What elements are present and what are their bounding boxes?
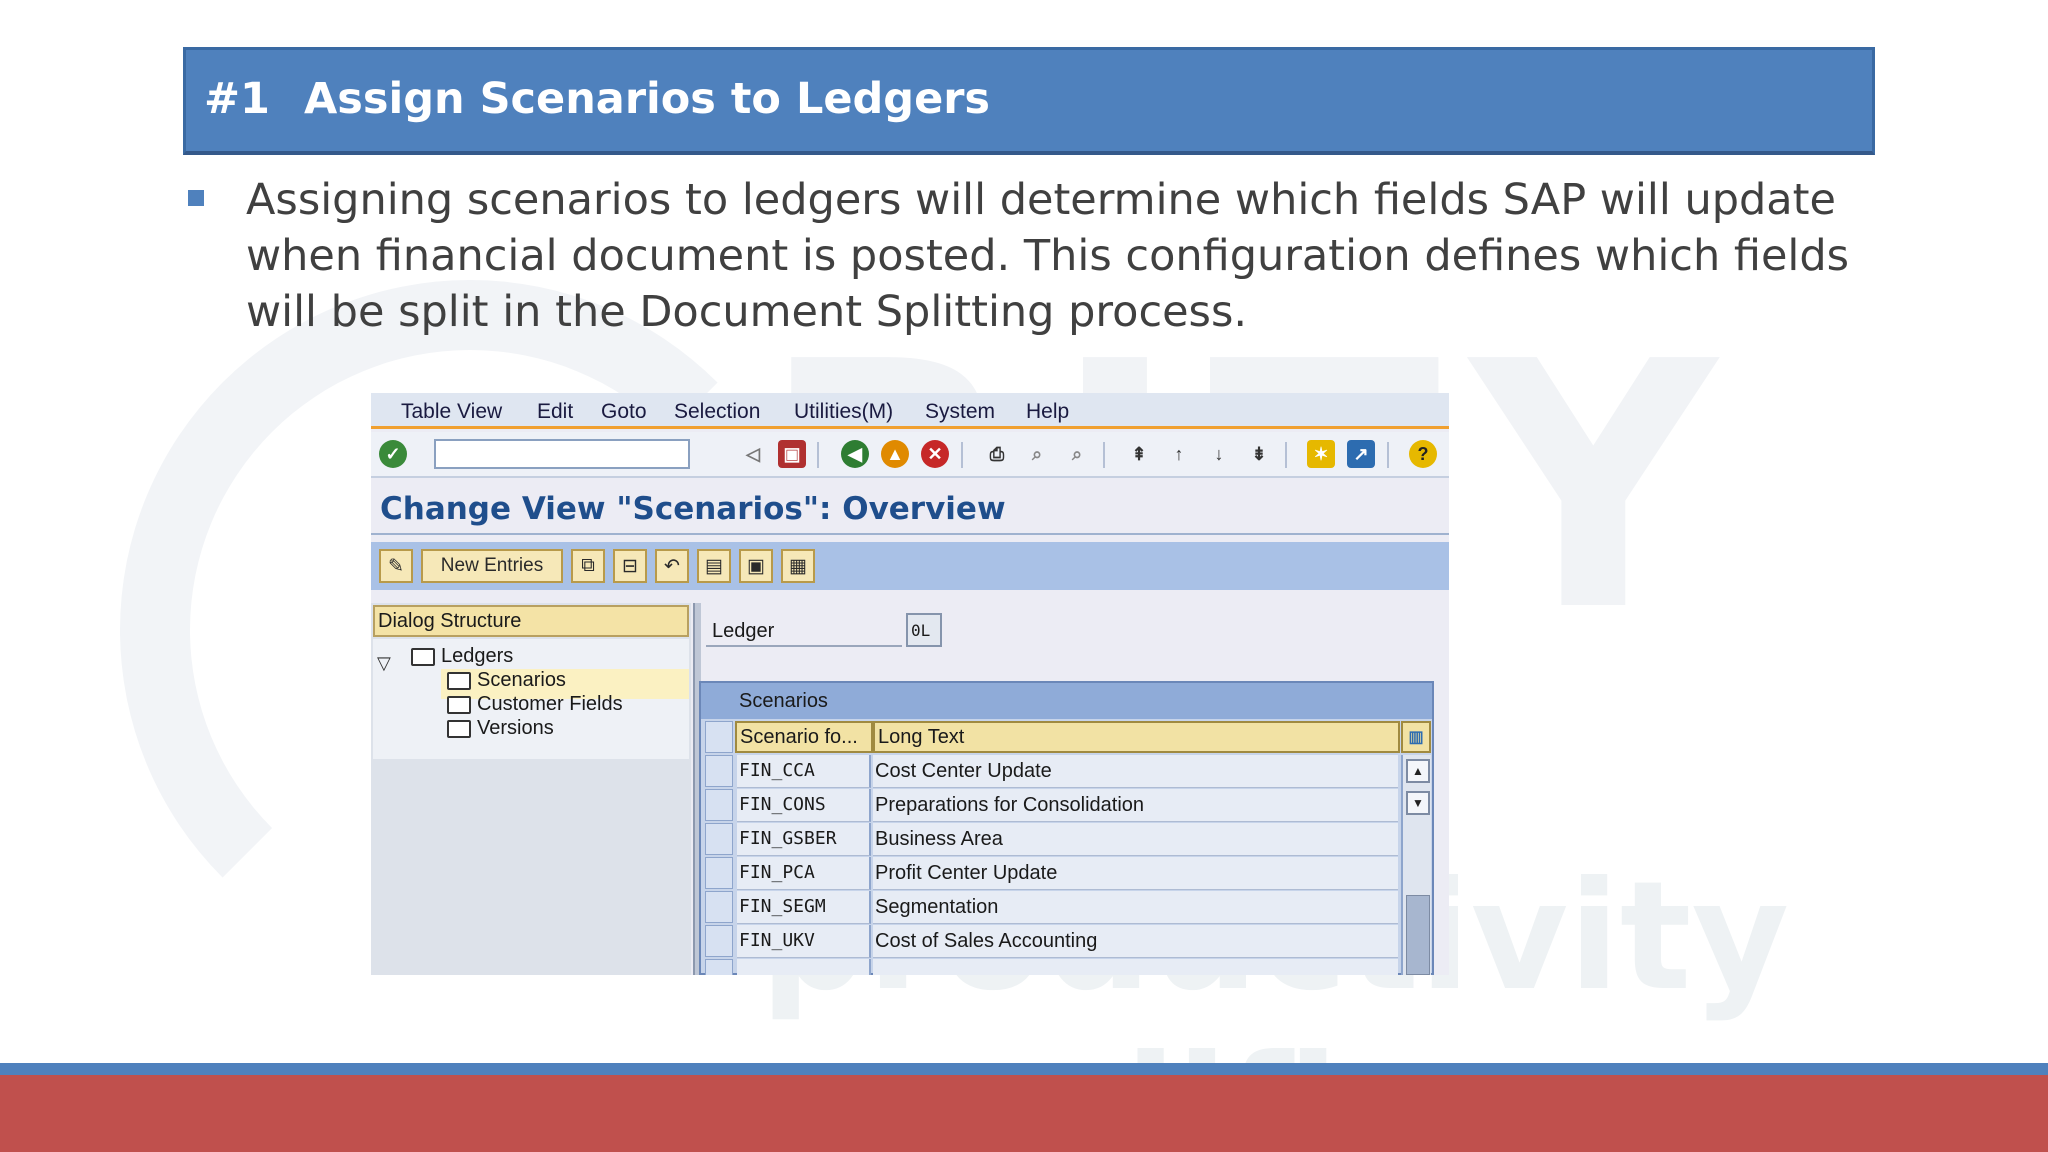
row-selector[interactable] bbox=[705, 959, 733, 975]
bullet-marker bbox=[188, 190, 204, 206]
select-all-rows-button[interactable] bbox=[705, 721, 733, 753]
footer-band bbox=[0, 1075, 2048, 1152]
row-selector[interactable] bbox=[705, 857, 733, 889]
table-title: Scenarios bbox=[701, 683, 1432, 719]
cell-long-text: Preparations for Consolidation bbox=[873, 789, 1398, 822]
expand-triangle-icon[interactable]: ▽ bbox=[377, 653, 391, 674]
find-next-icon[interactable]: ⌕ bbox=[1063, 440, 1091, 468]
ledger-label: Ledger bbox=[706, 615, 902, 647]
cell-scenario-empty bbox=[737, 959, 871, 975]
bullet-text: Assigning scenarios to ledgers will dete… bbox=[246, 175, 1850, 337]
cell-scenario: FIN_CCA bbox=[737, 755, 871, 788]
row-selector[interactable] bbox=[705, 891, 733, 923]
folder-icon bbox=[411, 647, 435, 666]
cell-long-text: Segmentation bbox=[873, 891, 1398, 924]
menu-selection[interactable]: Selection bbox=[674, 400, 760, 424]
select-all-icon[interactable]: ▤ bbox=[697, 549, 731, 583]
menu-table-view[interactable]: Table View bbox=[401, 400, 502, 424]
back-icon[interactable]: ◀ bbox=[841, 440, 869, 468]
folder-icon bbox=[447, 719, 471, 738]
footer-accent-line bbox=[0, 1063, 2048, 1075]
scenarios-table: Scenarios Scenario fo... Long Text ▥ FIN… bbox=[699, 681, 1434, 975]
edit-toggle-icon[interactable]: ✎ bbox=[379, 549, 413, 583]
cell-long-text: Cost of Sales Accounting bbox=[873, 925, 1398, 958]
scroll-thumb[interactable] bbox=[1406, 895, 1430, 975]
tree-item-label: Scenarios bbox=[477, 669, 566, 691]
toolbar-separator bbox=[1103, 442, 1105, 468]
slide-title: #1 Assign Scenarios to Ledgers bbox=[204, 74, 990, 124]
column-header-long-text[interactable]: Long Text bbox=[873, 721, 1400, 753]
command-field[interactable] bbox=[434, 439, 690, 469]
dialog-structure-panel: Dialog Structure ▽ Ledgers Scenarios Cus… bbox=[371, 603, 691, 975]
menu-help[interactable]: Help bbox=[1026, 400, 1069, 424]
folder-icon bbox=[447, 695, 471, 714]
toolbar-separator bbox=[1387, 442, 1389, 468]
next-page-icon[interactable]: ↓ bbox=[1205, 440, 1233, 468]
tree-item-customer-fields[interactable]: Customer Fields bbox=[447, 693, 623, 716]
view-title: Change View "Scenarios": Overview bbox=[380, 491, 1006, 527]
column-header-scenario[interactable]: Scenario fo... bbox=[735, 721, 873, 753]
ledger-field[interactable]: 0L bbox=[906, 613, 942, 647]
toolbar-separator bbox=[817, 442, 819, 468]
new-entries-button[interactable]: New Entries bbox=[421, 549, 563, 583]
cell-scenario: FIN_CONS bbox=[737, 789, 871, 822]
shortcut-icon[interactable]: ↗ bbox=[1347, 440, 1375, 468]
enter-icon[interactable]: ✓ bbox=[379, 440, 407, 468]
scroll-down-icon[interactable]: ▼ bbox=[1406, 791, 1430, 815]
menu-edit[interactable]: Edit bbox=[537, 400, 573, 424]
cell-long-text: Business Area bbox=[873, 823, 1398, 856]
cancel-icon[interactable]: ✕ bbox=[921, 440, 949, 468]
standard-toolbar: ✓ ◁ ▣ ◀ ▲ ✕ ⎙ ⌕ ⌕ ⇞ ↑ ↓ ⇟ ✶ ↗ ? bbox=[371, 432, 1449, 478]
cell-scenario: FIN_SEGM bbox=[737, 891, 871, 924]
cell-long-text: Cost Center Update bbox=[873, 755, 1398, 788]
row-selector[interactable] bbox=[705, 823, 733, 855]
cell-long-text-empty bbox=[873, 959, 1398, 975]
toolbar-separator bbox=[1285, 442, 1287, 468]
slide-title-text: Assign Scenarios to Ledgers bbox=[304, 74, 991, 124]
tree-item-versions[interactable]: Versions bbox=[447, 717, 554, 740]
cell-scenario: FIN_PCA bbox=[737, 857, 871, 890]
menu-utilities[interactable]: Utilities(M) bbox=[794, 400, 893, 424]
slide-number: #1 bbox=[204, 74, 270, 124]
cell-scenario: FIN_UKV bbox=[737, 925, 871, 958]
row-selector[interactable] bbox=[705, 755, 733, 787]
cell-scenario: FIN_GSBER bbox=[737, 823, 871, 856]
application-toolbar: ✎ New Entries ⧉ ⊟ ↶ ▤ ▣ ▦ bbox=[371, 542, 1449, 590]
first-page-icon[interactable]: ⇞ bbox=[1125, 440, 1153, 468]
cell-long-text: Profit Center Update bbox=[873, 857, 1398, 890]
tree-item-label: Versions bbox=[477, 717, 554, 739]
dialog-structure-header: Dialog Structure bbox=[373, 605, 689, 637]
menu-bar: Table View Edit Goto Selection Utilities… bbox=[371, 393, 1449, 429]
open-folder-icon bbox=[447, 671, 471, 690]
menu-system[interactable]: System bbox=[925, 400, 995, 424]
tree-item-scenarios[interactable]: Scenarios bbox=[447, 669, 566, 692]
copy-icon[interactable]: ⧉ bbox=[571, 549, 605, 583]
row-selector[interactable] bbox=[705, 789, 733, 821]
delete-icon[interactable]: ⊟ bbox=[613, 549, 647, 583]
new-session-icon[interactable]: ✶ bbox=[1307, 440, 1335, 468]
save-icon[interactable]: ▣ bbox=[778, 440, 806, 468]
tree-item-ledgers[interactable]: Ledgers bbox=[411, 645, 513, 668]
tree-item-label: Customer Fields bbox=[477, 693, 623, 715]
undo-icon[interactable]: ↶ bbox=[655, 549, 689, 583]
deselect-all-icon[interactable]: ▦ bbox=[781, 549, 815, 583]
last-page-icon[interactable]: ⇟ bbox=[1245, 440, 1273, 468]
slide-title-bar: #1 Assign Scenarios to Ledgers bbox=[183, 47, 1875, 155]
toolbar-separator bbox=[961, 442, 963, 468]
find-icon[interactable]: ⌕ bbox=[1023, 440, 1051, 468]
back-arrow-icon[interactable]: ◁ bbox=[739, 440, 767, 468]
previous-page-icon[interactable]: ↑ bbox=[1165, 440, 1193, 468]
menu-goto[interactable]: Goto bbox=[601, 400, 647, 424]
title-divider bbox=[371, 533, 1449, 535]
row-selector[interactable] bbox=[705, 925, 733, 957]
help-icon[interactable]: ? bbox=[1409, 440, 1437, 468]
exit-icon[interactable]: ▲ bbox=[881, 440, 909, 468]
scroll-up-icon[interactable]: ▲ bbox=[1406, 759, 1430, 783]
table-scrollbar[interactable]: ▲ ▼ bbox=[1401, 755, 1431, 975]
tree-item-label: Ledgers bbox=[441, 645, 514, 667]
print-icon[interactable]: ⎙ bbox=[983, 440, 1011, 468]
column-settings-icon[interactable]: ▥ bbox=[1401, 721, 1431, 753]
select-block-icon[interactable]: ▣ bbox=[739, 549, 773, 583]
sap-window: Table View Edit Goto Selection Utilities… bbox=[371, 393, 1449, 975]
